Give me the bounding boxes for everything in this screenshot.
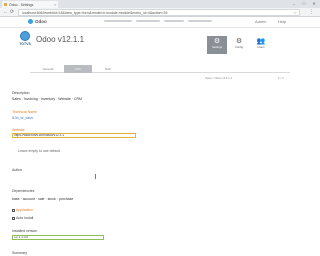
back-icon[interactable]: ← <box>3 9 8 15</box>
brand-name[interactable]: Odoo <box>35 19 47 24</box>
bookmark-star-icon[interactable]: ☆ <box>293 10 297 16</box>
app-navbar: Odoo Admin Help <box>0 17 320 28</box>
apps-icon[interactable] <box>28 19 33 24</box>
form-tabs: General Info Tech <box>30 65 290 73</box>
favicon-icon <box>4 3 7 6</box>
dependencies-line: base · account · sale · stock · purchase <box>12 197 74 201</box>
menu-item-1[interactable] <box>104 20 132 22</box>
field-label-author: Author <box>12 168 23 172</box>
record-title: Odoo v12.1.1 <box>36 35 85 44</box>
technical-name-value: l10n_br_totvs <box>12 116 34 120</box>
menu-item-3[interactable] <box>164 20 184 22</box>
auto-install-checkbox[interactable] <box>12 216 15 220</box>
field-label-summary: Summary <box>12 251 27 255</box>
field-label-description: Description <box>12 91 30 95</box>
user-menu[interactable]: Admin <box>255 19 266 24</box>
browser-titlebar: Odoo - Settings × – □ ✕ <box>0 0 320 8</box>
browser-tab-title: Odoo - Settings <box>9 2 34 7</box>
pager[interactable]: 1 / 1 <box>278 76 284 80</box>
description-line: Sales · Invoicing · Inventory · Website … <box>12 97 82 101</box>
users-icon: 👥 <box>256 38 266 45</box>
menu-item-2[interactable] <box>136 20 160 22</box>
minimize-button[interactable]: – <box>290 1 298 6</box>
reload-icon[interactable]: ⟳ <box>10 9 14 15</box>
stat-label: Users <box>257 45 265 49</box>
tab-general[interactable]: General <box>34 65 62 73</box>
stat-label: Config <box>234 45 244 49</box>
logo-mark <box>20 31 30 41</box>
field-label-installed-version: Installed version <box>12 229 38 233</box>
browser-tab[interactable]: Odoo - Settings × <box>2 1 58 8</box>
tab-info[interactable]: Info <box>64 65 92 73</box>
menu-item-4[interactable] <box>188 20 212 22</box>
stat-label: Settings <box>211 45 223 49</box>
address-bar[interactable]: localhost:8069/web#id=18&view_type=form&… <box>18 9 300 16</box>
application-label: Application <box>16 208 34 212</box>
cog-icon: ⚙ <box>235 38 243 45</box>
stat-button-settings[interactable]: ⚙ Settings <box>207 36 227 54</box>
auto-install-checkbox-row[interactable]: Auto Install <box>12 216 33 220</box>
stat-button-users[interactable]: 👥 Users <box>251 36 271 54</box>
maximize-button[interactable]: □ <box>300 1 308 6</box>
browser-toolbar: ← ⟳ localhost:8069/web#id=18&view_type=f… <box>0 8 320 17</box>
installed-version-input[interactable]: 12.1.1.0.0 <box>12 235 104 240</box>
auto-install-label: Auto Install <box>16 216 34 220</box>
field-label-technical-name: Technical Name <box>12 110 37 114</box>
help-menu[interactable]: Help <box>278 19 286 24</box>
application-checkbox-row[interactable]: Application <box>12 208 33 212</box>
breadcrumb[interactable]: Apps / Odoo v12.1.1 <box>205 76 232 80</box>
website-hint: Leave empty to use default <box>18 149 61 153</box>
tab-tech[interactable]: Tech <box>94 65 122 73</box>
website-input[interactable]: https://www.totvs.com/odoo/v12.1.1 <box>12 133 136 138</box>
gear-icon: ⚙ <box>213 38 221 45</box>
module-logo: TOTVS <box>18 31 32 48</box>
author-cursor <box>95 174 96 179</box>
logo-text: TOTVS <box>19 42 31 46</box>
close-window-button[interactable]: ✕ <box>310 1 318 6</box>
field-label-website: Website <box>12 128 25 132</box>
address-text: localhost:8069/web#id=18&view_type=form&… <box>22 11 168 15</box>
stat-button-config[interactable]: ⚙ Config <box>229 36 249 54</box>
browser-menu-icon[interactable]: ⋮ <box>309 9 314 15</box>
close-tab-icon[interactable]: × <box>54 3 56 7</box>
application-checkbox[interactable] <box>12 208 15 212</box>
field-label-dependencies: Dependencies <box>12 189 35 193</box>
